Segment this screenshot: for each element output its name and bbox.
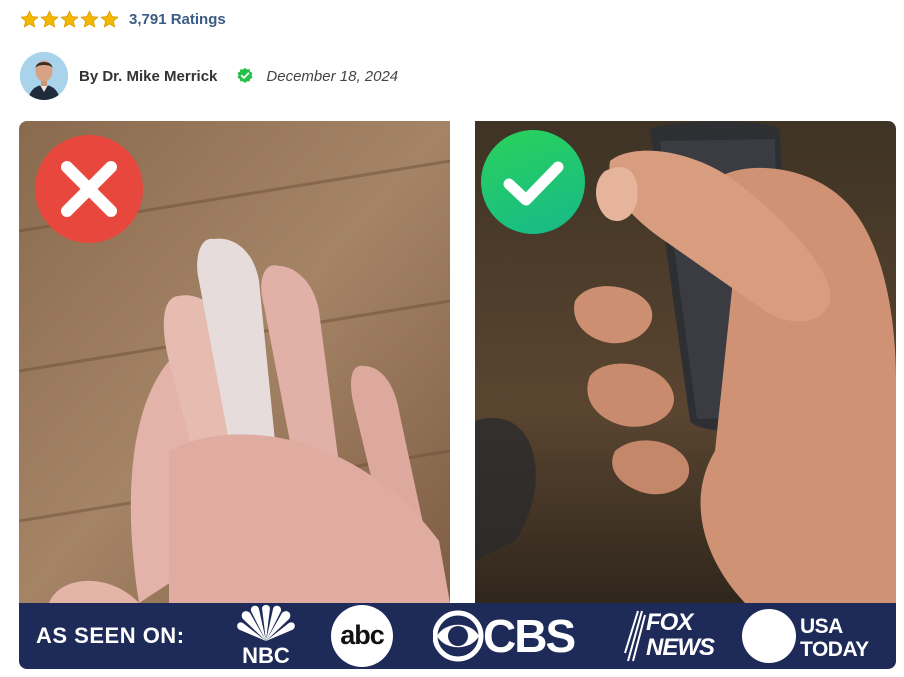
- usa-today-dot: [742, 609, 796, 663]
- star-icon: [20, 9, 39, 28]
- as-seen-on-label: AS SEEN ON:: [36, 623, 185, 648]
- author-row: By Dr. Mike Merrick December 18, 2024: [20, 50, 398, 102]
- incorrect-badge: [35, 135, 143, 243]
- news-wordmark: NEWS: [646, 634, 715, 661]
- nbc-logo: NBC: [235, 605, 297, 668]
- author-name: By Dr. Mike Merrick: [79, 67, 218, 85]
- verified-check-icon: [237, 67, 253, 83]
- correct-badge: [481, 130, 585, 234]
- x-icon: [61, 161, 117, 217]
- star-icon: [40, 9, 59, 28]
- abc-wordmark: abc: [340, 620, 385, 650]
- nbc-wordmark: NBC: [242, 643, 290, 668]
- publish-date: December 18, 2024: [266, 67, 399, 85]
- cbs-wordmark: CBS: [483, 610, 576, 662]
- as-seen-on-banner: AS SEEN ON: NBC abc CBS FOX NEWS USA TOD…: [19, 603, 896, 669]
- rating-row: 3,791 Ratings: [20, 8, 226, 30]
- cbs-eye-icon: [432, 610, 484, 662]
- star-rating: [20, 9, 119, 29]
- nbc-peacock-icon: [237, 605, 295, 641]
- cbs-logo: CBS: [432, 609, 593, 663]
- usa-today-logo: USA TODAY: [742, 607, 892, 665]
- today-wordmark: TODAY: [800, 638, 869, 661]
- fox-wordmark: FOX: [646, 609, 693, 636]
- usa-wordmark: USA: [800, 615, 843, 638]
- star-icon: [80, 9, 99, 28]
- before-photo-panel: [19, 121, 450, 603]
- abc-logo: abc: [331, 605, 401, 667]
- star-icon: [100, 9, 119, 28]
- after-photo-panel: [475, 121, 896, 603]
- star-icon: [60, 9, 79, 28]
- ratings-count-link[interactable]: 3,791 Ratings: [129, 11, 226, 28]
- fox-news-logo: FOX NEWS: [624, 609, 719, 663]
- checkmark-icon: [503, 161, 564, 206]
- author-avatar: [20, 52, 68, 100]
- fox-searchlight-icon: [624, 610, 646, 662]
